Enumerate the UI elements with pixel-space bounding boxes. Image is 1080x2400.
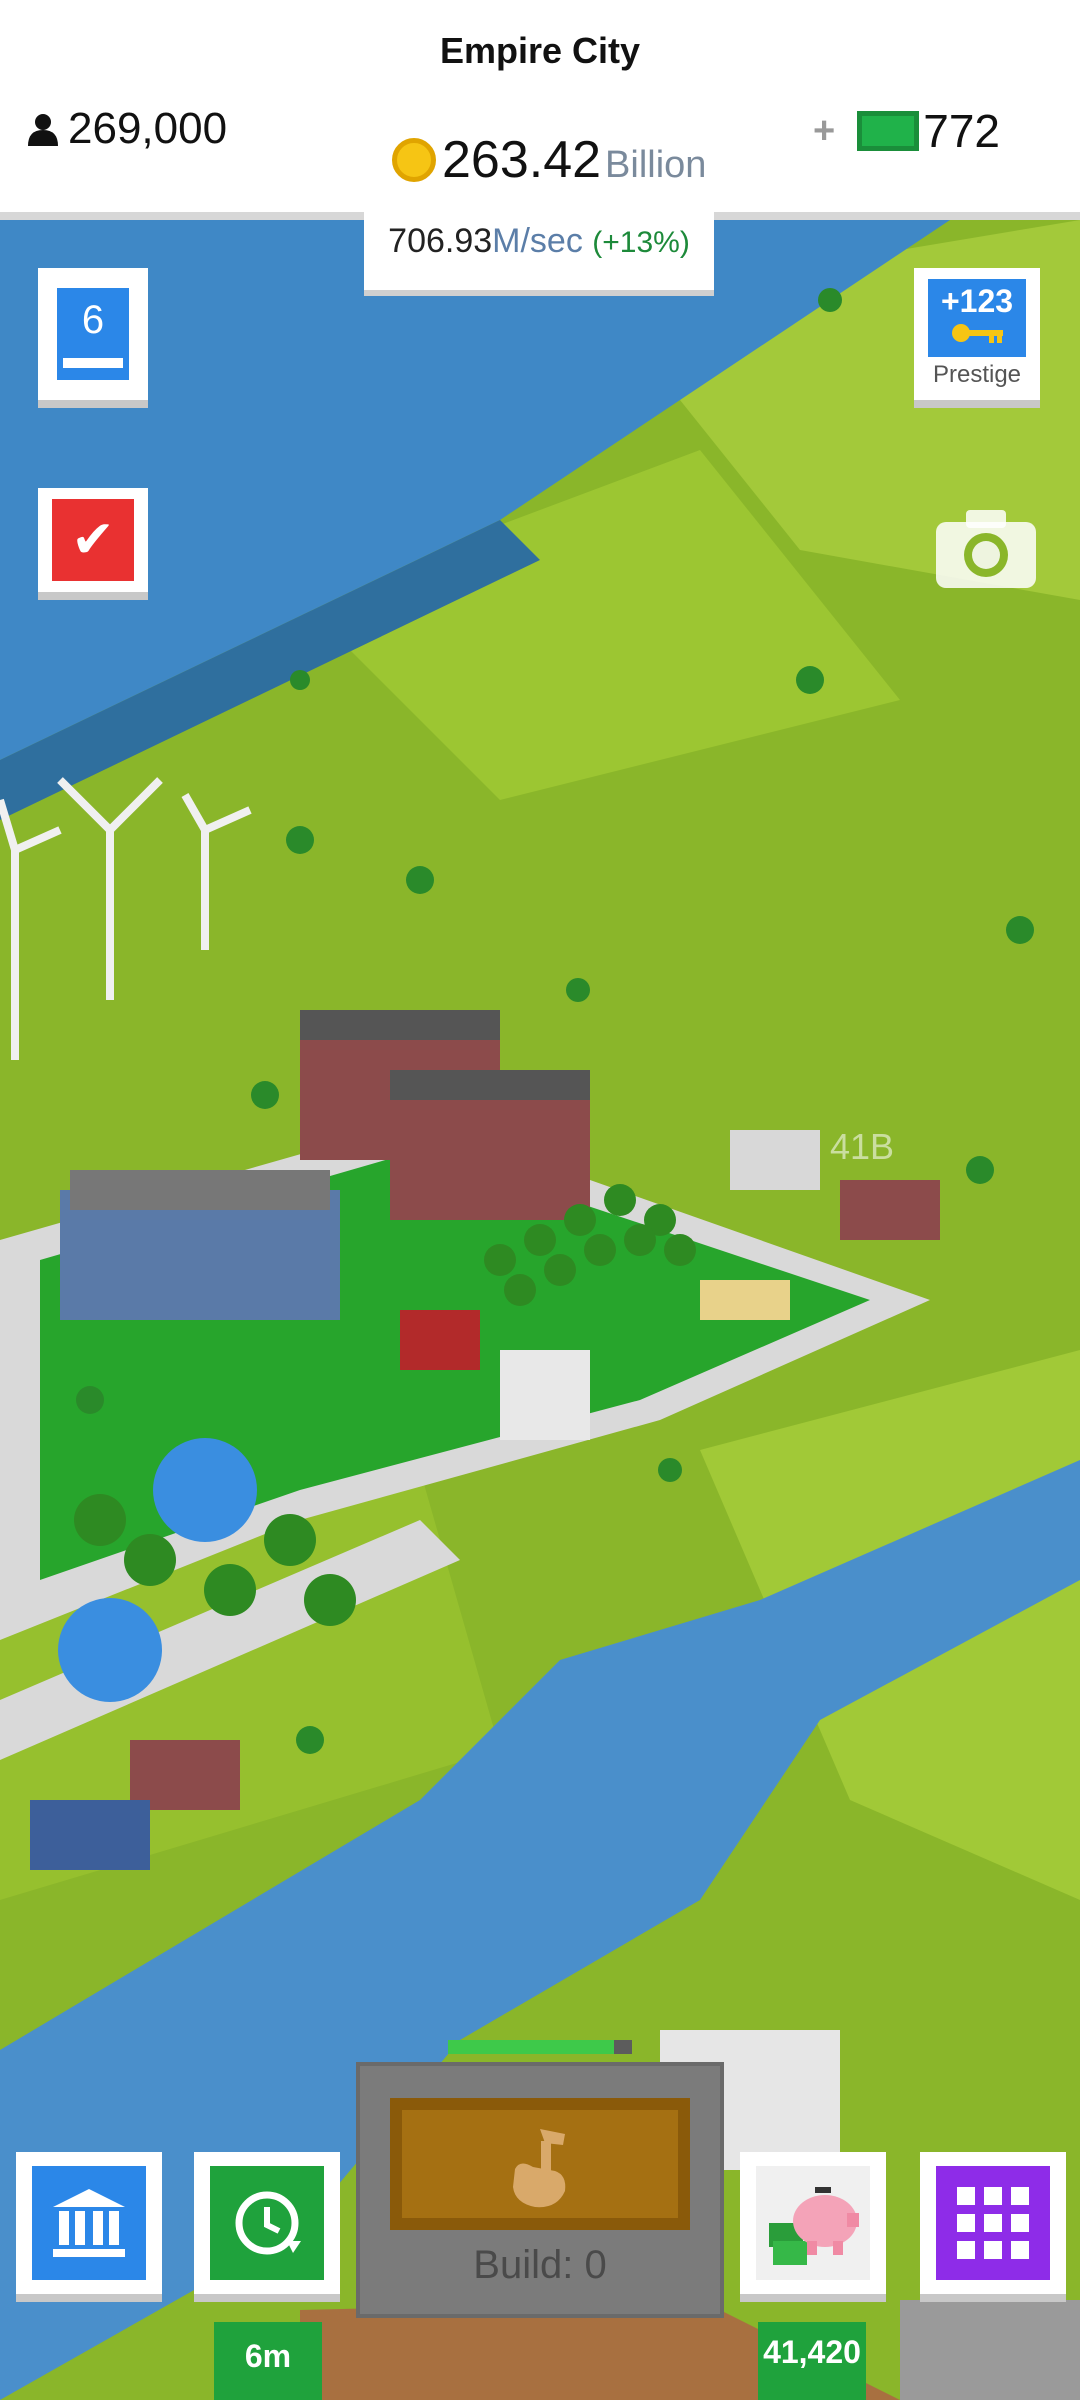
money-value: 263.42 xyxy=(442,131,602,189)
build-progress-bar xyxy=(448,2040,632,2054)
prestige-amount: +123 xyxy=(940,283,1014,319)
building-income-label: 41B xyxy=(830,1126,895,1167)
grid-icon xyxy=(957,2187,1029,2259)
money-counter: 263.42 Billion xyxy=(392,130,706,190)
build-panel[interactable]: Build: 0 xyxy=(356,2062,724,2318)
time-warp-button[interactable] xyxy=(194,2152,340,2302)
income-value: 706.93 xyxy=(388,222,493,260)
bank-button[interactable] xyxy=(16,2152,162,2302)
hammer-icon xyxy=(513,2129,566,2208)
build-slot[interactable] xyxy=(390,2098,690,2230)
prestige-label: Prestige xyxy=(932,361,1022,388)
build-progress-fill xyxy=(448,2040,614,2054)
piggy-bank-icon xyxy=(769,2187,859,2265)
income-rate: 706.93M/sec (+13%) xyxy=(364,212,714,296)
checkmark-icon: ✔ xyxy=(52,499,134,581)
gem-value: 772 xyxy=(923,105,1000,157)
money-unit: Billion xyxy=(605,144,707,186)
level-badge: 6 xyxy=(57,288,129,380)
key-icon xyxy=(952,324,1003,343)
city-name[interactable]: Empire City xyxy=(0,30,1080,72)
add-gems-button[interactable]: + xyxy=(813,110,835,153)
prestige-badge: +123 xyxy=(928,279,1026,357)
menu-button[interactable] xyxy=(920,2152,1066,2302)
population-value: 269,000 xyxy=(68,104,228,153)
tasks-button[interactable]: ✔ xyxy=(38,488,148,600)
income-unit: M/sec xyxy=(492,222,583,260)
clock-icon xyxy=(235,2191,301,2255)
person-icon xyxy=(28,114,58,146)
camera-icon[interactable] xyxy=(936,508,1036,588)
prestige-button[interactable]: +123 Prestige xyxy=(914,268,1040,408)
piggy-bank-button[interactable] xyxy=(740,2152,886,2302)
coin-icon xyxy=(392,138,436,182)
income-bonus: (+13%) xyxy=(592,226,690,259)
top-header: Empire City 269,000 263.42 Billion + 772 xyxy=(0,0,1080,220)
population-counter: 269,000 xyxy=(26,104,227,154)
bank-icon xyxy=(53,2189,125,2257)
gem-counter[interactable]: + 772 xyxy=(813,104,1000,158)
piggy-bank-value: 41,420 xyxy=(758,2322,866,2400)
cash-icon xyxy=(857,111,920,151)
time-warp-label: 6m xyxy=(214,2322,322,2400)
level-button[interactable]: 6 xyxy=(38,268,148,408)
build-label: Build: 0 xyxy=(473,2243,607,2287)
